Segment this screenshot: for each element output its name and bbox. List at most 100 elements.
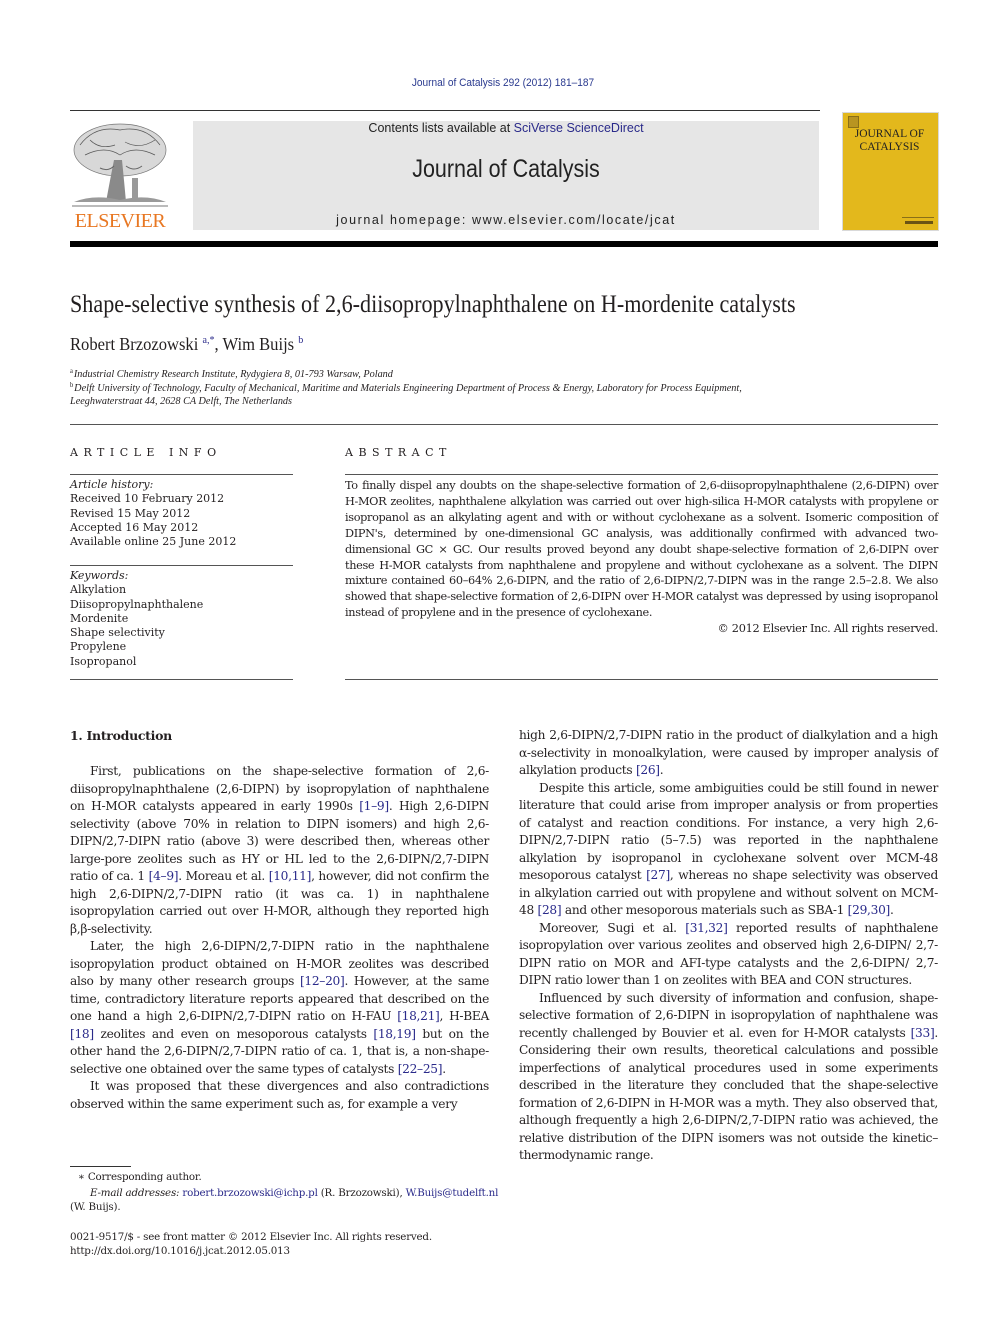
body-paragraph: high 2,6-DIPN/2,7-DIPN ratio in the prod… <box>519 727 938 780</box>
citation-link[interactable]: [31,32] <box>685 921 728 935</box>
citation-link[interactable]: [1–9] <box>359 799 389 813</box>
issn-copyright-line: 0021-9517/$ - see front matter © 2012 El… <box>70 1231 432 1243</box>
keyword-item: Diisopropylnaphthalene <box>70 597 204 611</box>
article-info-heading: ARTICLE INFO <box>70 446 222 459</box>
citation-link[interactable]: [4–9] <box>149 869 179 883</box>
article-history-label: Article history: <box>70 478 154 491</box>
affiliation-mark: b <box>70 381 74 389</box>
history-revised: Revised 15 May 2012 <box>70 506 191 520</box>
body-paragraph: Later, the high 2,6-DIPN/2,7-DIPN ratio … <box>70 938 489 1078</box>
body-paragraph: First, publications on the shape-selecti… <box>70 763 489 938</box>
affiliation-b-continuation: Leeghwaterstraat 44, 2628 CA Delft, The … <box>70 395 293 407</box>
body-paragraph: Despite this article, some ambiguities c… <box>519 780 938 920</box>
citation-link[interactable]: [12–20] <box>300 974 345 988</box>
citation-link[interactable]: [22–25] <box>398 1062 443 1076</box>
cover-elsevier-emblem-icon <box>848 116 859 128</box>
email-link-buijs[interactable]: W.Buijs@tudelft.nl <box>406 1187 499 1199</box>
divider-rule <box>70 424 938 425</box>
divider-rule <box>345 679 938 680</box>
keyword-item: Shape selectivity <box>70 626 165 640</box>
abstract-heading: ABSTRACT <box>345 446 452 459</box>
affiliation-mark: a <box>70 367 73 375</box>
tree-icon <box>72 123 168 207</box>
sciencedirect-link[interactable]: SciVerse ScienceDirect <box>514 121 644 135</box>
paragraph-text: . <box>889 903 894 917</box>
paragraph-text: Despite this article, some ambiguities c… <box>519 780 938 883</box>
contents-availability-line: Contents lists available at SciVerse Sci… <box>193 121 819 135</box>
history-online: Available online 25 June 2012 <box>70 535 237 549</box>
footnote-rule <box>70 1166 131 1167</box>
email-label: E-mail addresses: <box>90 1187 180 1199</box>
keywords: Keywords: Alkylation Diisopropylnaphthal… <box>70 569 203 669</box>
cover-title-line-2: CATALYSIS <box>859 141 920 153</box>
keyword-item: Mordenite <box>70 611 129 625</box>
body-paragraph: Moreover, Sugi et al. [31,32] reported r… <box>519 920 938 990</box>
body-column-right: high 2,6-DIPN/2,7-DIPN ratio in the prod… <box>519 727 938 1165</box>
divider-rule <box>70 474 293 475</box>
email-owner: (R. Brzozowski), <box>317 1187 406 1199</box>
paragraph-text: , H-BEA <box>439 1009 490 1023</box>
citation-link[interactable]: [33] <box>911 1026 935 1040</box>
citation-link[interactable]: [18,21] <box>397 1009 440 1023</box>
affiliation-a: aIndustrial Chemistry Research Institute… <box>70 367 393 380</box>
paragraph-text: . <box>442 1061 446 1076</box>
author-list: Robert Brzozowski a,*, Wim Buijs b <box>70 334 303 355</box>
section-heading-introduction: 1. Introduction <box>70 728 172 743</box>
header-thick-rule <box>70 241 938 247</box>
author-name[interactable]: Robert Brzozowski <box>70 334 198 354</box>
abstract-text: To finally dispel any doubts on the shap… <box>345 479 938 620</box>
header-top-rule <box>70 110 820 111</box>
keyword-item: Isopropanol <box>70 654 137 668</box>
affiliation-text: Industrial Chemistry Research Institute,… <box>73 368 393 380</box>
divider-rule <box>70 565 293 566</box>
cover-title-line-1: JOURNAL OF <box>854 128 925 140</box>
paragraph-text: Influenced by such diversity of informat… <box>519 990 938 1040</box>
corresponding-author-note: ∗ Corresponding author. <box>78 1171 202 1183</box>
citation-link[interactable]: [26] <box>636 763 660 777</box>
history-received: Received 10 February 2012 <box>70 492 225 506</box>
body-paragraph: It was proposed that these divergences a… <box>70 1078 489 1113</box>
divider-rule <box>345 474 938 475</box>
author-affiliation-marks[interactable]: b <box>298 334 303 346</box>
affiliation-text: Delft University of Technology, Faculty … <box>74 382 742 394</box>
email-link-brzozowski[interactable]: robert.brzozowski@ichp.pl <box>182 1187 317 1199</box>
contents-prefix: Contents lists available at <box>368 121 514 135</box>
body-paragraph: Influenced by such diversity of informat… <box>519 990 938 1165</box>
body-column-left: First, publications on the shape-selecti… <box>70 763 489 1113</box>
citation-link[interactable]: [18,19] <box>373 1027 416 1041</box>
paragraph-text: . Moreau et al. <box>178 869 269 883</box>
affiliation-b: bDelft University of Technology, Faculty… <box>70 381 742 394</box>
cover-publisher-mark <box>905 221 933 224</box>
citation-link[interactable]: [27] <box>646 868 670 882</box>
journal-name: Journal of Catalysis <box>412 155 600 183</box>
journal-homepage-link[interactable]: journal homepage: www.elsevier.com/locat… <box>193 213 819 227</box>
citation-link[interactable]: [10,11] <box>269 869 312 883</box>
citation-link[interactable]: [18] <box>70 1027 94 1041</box>
keywords-label: Keywords: <box>70 569 129 582</box>
elsevier-wordmark: ELSEVIER <box>74 210 166 232</box>
paragraph-text: and other mesoporous materials such as S… <box>561 903 848 917</box>
author-separator: , <box>214 334 223 354</box>
doi-link[interactable]: http://dx.doi.org/10.1016/j.jcat.2012.05… <box>70 1244 290 1258</box>
email-owner-buijs: (W. Buijs). <box>70 1201 121 1213</box>
paragraph-text: Moreover, Sugi et al. <box>539 920 686 935</box>
paragraph-text: It was proposed that these divergences a… <box>70 1079 489 1111</box>
cover-title: JOURNAL OF CATALYSIS <box>842 128 937 154</box>
article-history: Article history: Received 10 February 20… <box>70 478 236 549</box>
abstract-copyright: © 2012 Elsevier Inc. All rights reserved… <box>717 622 939 635</box>
paragraph-text: high 2,6-DIPN/2,7-DIPN ratio in the prod… <box>519 728 938 777</box>
author-name[interactable]: Wim Buijs <box>223 334 295 354</box>
journal-reference-link[interactable]: Journal of Catalysis 292 (2012) 181–187 <box>40 77 966 89</box>
paragraph-text: zeolites and even on mesoporous catalyst… <box>93 1026 374 1041</box>
history-accepted: Accepted 16 May 2012 <box>70 520 199 534</box>
article-title: Shape-selective synthesis of 2,6-diisopr… <box>70 291 796 318</box>
citation-link[interactable]: [29,30] <box>848 903 891 917</box>
author-affiliation-marks[interactable]: a,* <box>202 334 214 346</box>
divider-rule <box>70 679 293 680</box>
citation-link[interactable]: [28] <box>537 903 561 917</box>
paragraph-text: . <box>659 763 664 777</box>
keyword-item: Propylene <box>70 640 127 654</box>
email-addresses: E-mail addresses: robert.brzozowski@ichp… <box>90 1186 498 1200</box>
keyword-item: Alkylation <box>70 583 127 597</box>
cover-footer-rule <box>902 217 934 218</box>
